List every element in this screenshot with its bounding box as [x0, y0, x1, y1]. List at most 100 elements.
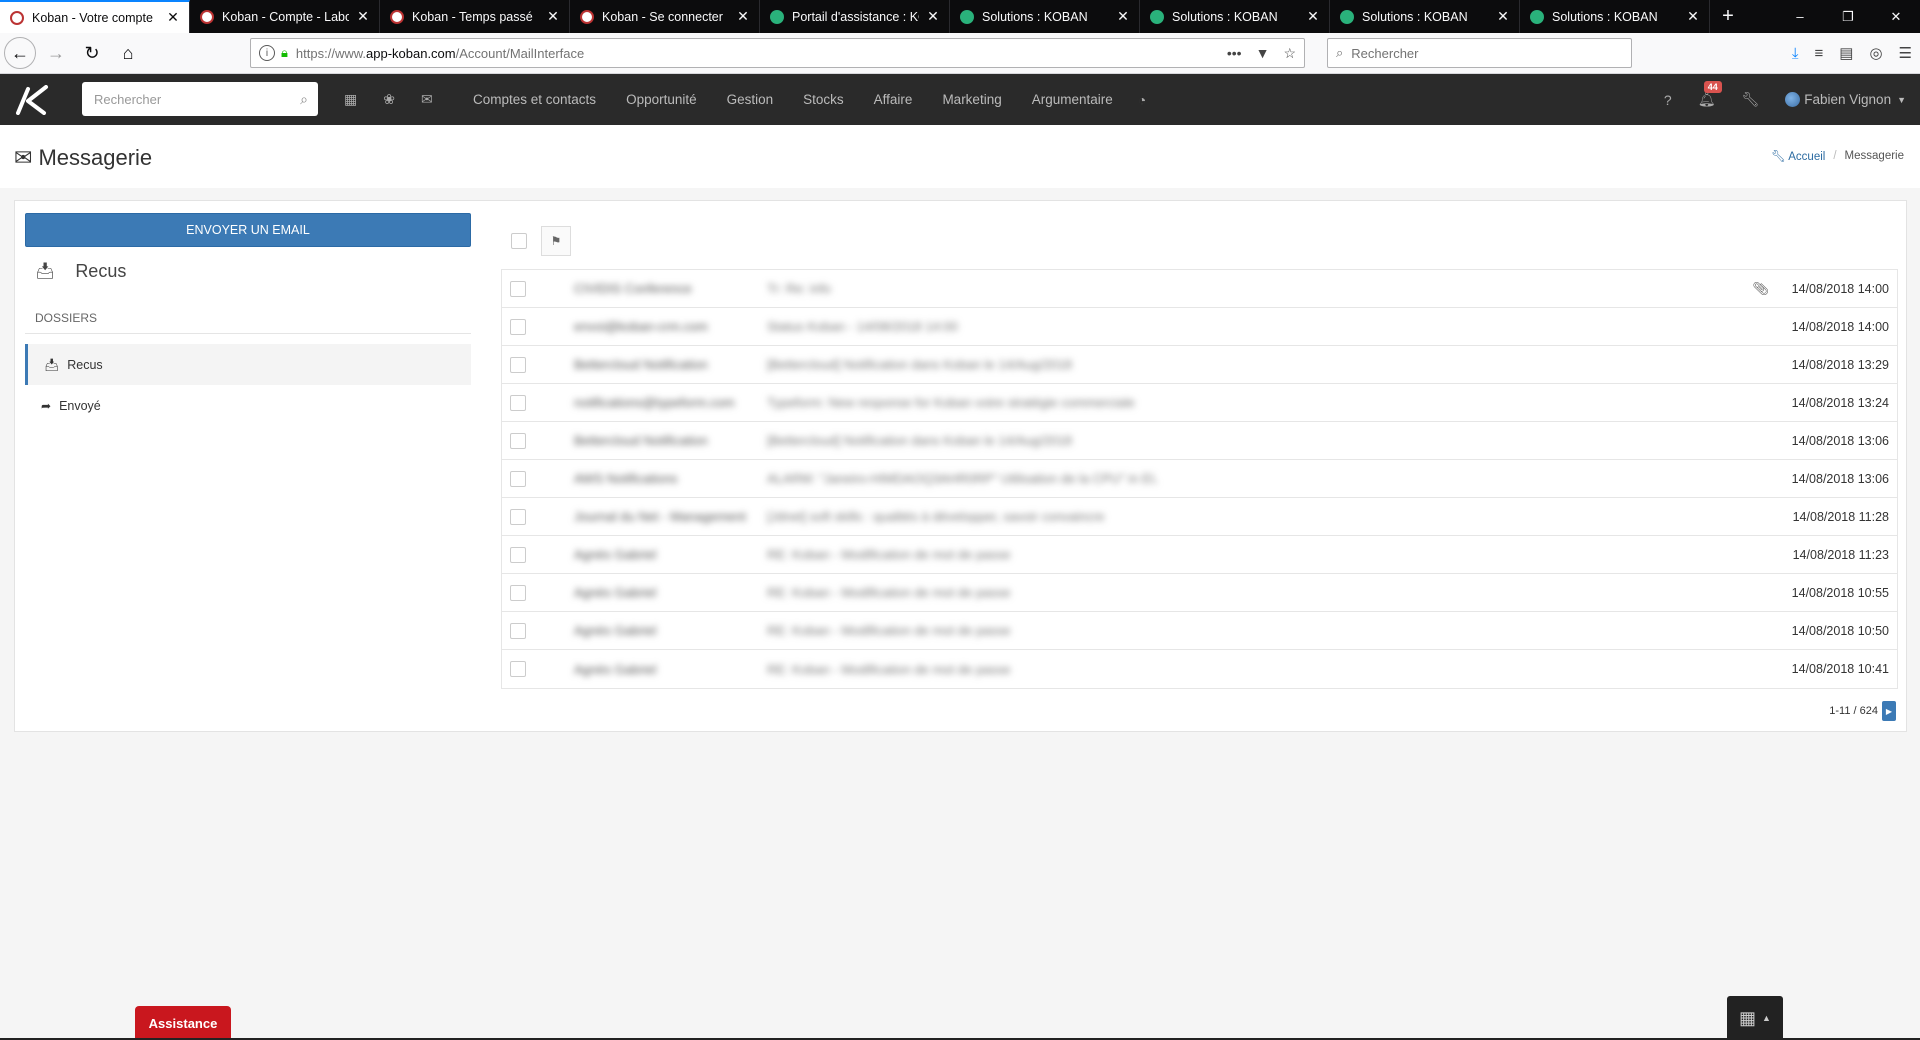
mail-row[interactable]: Agnès Gabriel RE: Koban - Modification de…	[502, 650, 1897, 688]
mail-row[interactable]: Journal du Net - Management [Jdnet] soft …	[502, 498, 1897, 536]
calendar-widget[interactable]: ▦ ▲	[1727, 996, 1783, 1040]
row-checkbox[interactable]	[510, 280, 526, 297]
menu-item[interactable]: Argumentaire	[1017, 74, 1128, 125]
app-search-input[interactable]	[94, 91, 301, 107]
lightbulb-icon[interactable]: ❀	[383, 91, 395, 108]
row-checkbox[interactable]	[510, 318, 526, 335]
download-icon[interactable]: ⤓	[1792, 45, 1799, 62]
folder-envoye[interactable]: ➦ Envoyé	[25, 385, 471, 426]
mail-row[interactable]: Bettercloud Notification [Bettercloud] No…	[502, 346, 1897, 384]
close-icon[interactable]: ✕	[545, 8, 561, 25]
close-icon[interactable]: ✕	[1115, 8, 1131, 25]
minimize-button[interactable]: –	[1776, 0, 1824, 33]
help-icon[interactable]: ?	[1664, 92, 1672, 108]
close-icon[interactable]: ✕	[925, 8, 941, 25]
reload-button[interactable]: ↻	[76, 37, 108, 69]
dashboard-icon[interactable]: ◔	[1128, 92, 1156, 108]
mail-row[interactable]: CIVIDIS Conference Tr: Re: info 📎︎ 14/08/20…	[502, 270, 1897, 308]
pin-icon: ⚑	[550, 234, 562, 248]
envelope-icon[interactable]: ✉	[421, 91, 433, 108]
browser-tab[interactable]: Portail d'assistance : KOI ✕	[760, 0, 950, 33]
menu-icon[interactable]: ☰	[1899, 44, 1912, 62]
next-page-button[interactable]: ▶	[1882, 701, 1896, 721]
url-bar[interactable]: i 🔒︎ https://www.app-koban.com/Account/M…	[250, 38, 1305, 68]
mail-row[interactable]: envoi@koban-crm.com Status Koban - 14/08/…	[502, 308, 1897, 346]
pin-button[interactable]: ⚑	[541, 226, 571, 256]
close-icon[interactable]: ✕	[735, 8, 751, 25]
mail-row[interactable]: AWS Notifications ALARM: "Janeiro-HIMDAOQ…	[502, 460, 1897, 498]
menu-item[interactable]: Opportunité	[611, 74, 712, 125]
bookmark-star-icon[interactable]: ☆	[1283, 45, 1296, 62]
page-actions-icon[interactable]: •••	[1227, 45, 1242, 62]
menu-item[interactable]: Gestion	[712, 74, 789, 125]
browser-tab[interactable]: Solutions : KOBAN ✕	[1520, 0, 1710, 33]
mail-date: 14/08/2018 13:06	[1791, 471, 1889, 486]
library-icon[interactable]: ≡	[1815, 45, 1824, 62]
browser-tab[interactable]: Solutions : KOBAN ✕	[1140, 0, 1330, 33]
close-icon[interactable]: ✕	[355, 8, 371, 25]
assistance-button[interactable]: Assistance	[135, 1006, 231, 1040]
browser-tab[interactable]: Koban - Se connecter ✕	[570, 0, 760, 33]
row-checkbox[interactable]	[510, 622, 526, 639]
forward-button[interactable]: →	[40, 37, 72, 69]
home-button[interactable]: ⌂	[112, 37, 144, 69]
mail-panel: ENVOYER UN EMAIL 📥︎ Recus DOSSIERS 📥︎ Re…	[14, 200, 1907, 732]
mail-row[interactable]: Agnès Gabriel RE: Koban - Modification de…	[502, 612, 1897, 650]
folder-label: Recus	[67, 357, 103, 372]
notifications[interactable]: 🔔︎ 44	[1698, 81, 1722, 108]
row-checkbox[interactable]	[510, 508, 526, 525]
envelope-icon: ✉	[14, 145, 33, 170]
send-email-button[interactable]: ENVOYER UN EMAIL	[25, 213, 471, 247]
search-icon[interactable]: ⌕	[300, 91, 308, 108]
close-icon[interactable]: ✕	[1305, 8, 1321, 25]
close-icon[interactable]: ✕	[1495, 8, 1511, 25]
row-checkbox[interactable]	[510, 356, 526, 373]
koban-favicon-icon	[580, 9, 594, 24]
menu-item[interactable]: Comptes et contacts	[458, 74, 611, 125]
wrench-icon[interactable]: 🔧︎	[1741, 91, 1759, 108]
sidebar-icon[interactable]: ▤	[1839, 44, 1853, 62]
back-button[interactable]: ←	[4, 37, 36, 69]
breadcrumb-home[interactable]: 🔧︎ Accueil	[1771, 149, 1825, 163]
mail-row[interactable]: Bettercloud Notification [Bettercloud] No…	[502, 422, 1897, 460]
main-menu: Comptes et contacts Opportunité Gestion Sto…	[458, 74, 1156, 125]
browser-tab[interactable]: Koban - Votre compte ✕	[0, 0, 190, 33]
close-window-button[interactable]: ✕	[1872, 0, 1920, 33]
menu-item[interactable]: Affaire	[859, 74, 928, 125]
app-header: ⌕ ▦ ❀ ✉ Comptes et contactsOpportunitéGe…	[0, 74, 1920, 125]
close-icon[interactable]: ✕	[1685, 8, 1701, 25]
select-all-checkbox[interactable]	[511, 233, 527, 249]
mail-row[interactable]: Agnès Gabriel RE: Koban - Modification de…	[502, 536, 1897, 574]
new-tab-button[interactable]: +	[1710, 0, 1746, 33]
mail-row[interactable]: notifications@typeform.com Typeform: New …	[502, 384, 1897, 422]
browser-search-bar[interactable]: ⌕ Rechercher	[1327, 38, 1632, 68]
mail-sender: Agnès Gabriel	[574, 585, 657, 600]
folder-recus[interactable]: 📥︎ Recus	[25, 344, 471, 385]
row-checkbox[interactable]	[510, 432, 526, 449]
url-text[interactable]: https://www.app-koban.com/Account/MailIn…	[296, 46, 1227, 61]
tab-title: Koban - Temps passé	[412, 9, 533, 24]
menu-item[interactable]: Marketing	[927, 74, 1016, 125]
mail-row[interactable]: Agnès Gabriel RE: Koban - Modification de…	[502, 574, 1897, 612]
pocket-icon[interactable]: ▼	[1256, 45, 1270, 62]
row-checkbox[interactable]	[510, 394, 526, 411]
extension-icon[interactable]: ◎	[1869, 44, 1882, 62]
menu-item[interactable]: Stocks	[788, 74, 859, 125]
app-search: ⌕	[82, 82, 318, 116]
row-checkbox[interactable]	[510, 470, 526, 487]
row-checkbox[interactable]	[510, 661, 526, 677]
calendar-icon[interactable]: ▦	[344, 91, 357, 108]
info-icon[interactable]: i	[259, 45, 275, 61]
koban-logo[interactable]	[0, 74, 64, 125]
row-checkbox[interactable]	[510, 584, 526, 601]
browser-tab[interactable]: Solutions : KOBAN ✕	[1330, 0, 1520, 33]
restore-button[interactable]: ❐	[1824, 0, 1872, 33]
row-checkbox[interactable]	[510, 546, 526, 563]
browser-tab[interactable]: Solutions : KOBAN ✕	[950, 0, 1140, 33]
inbox-icon: 📥︎	[44, 357, 60, 372]
browser-tab[interactable]: Koban - Compte - Labor ✕	[190, 0, 380, 33]
browser-tab[interactable]: Koban - Temps passé ✕	[380, 0, 570, 33]
folder-label: Envoyé	[59, 398, 101, 413]
user-menu[interactable]: Fabien Vignon ▼	[1785, 92, 1906, 107]
close-icon[interactable]: ✕	[165, 9, 181, 26]
